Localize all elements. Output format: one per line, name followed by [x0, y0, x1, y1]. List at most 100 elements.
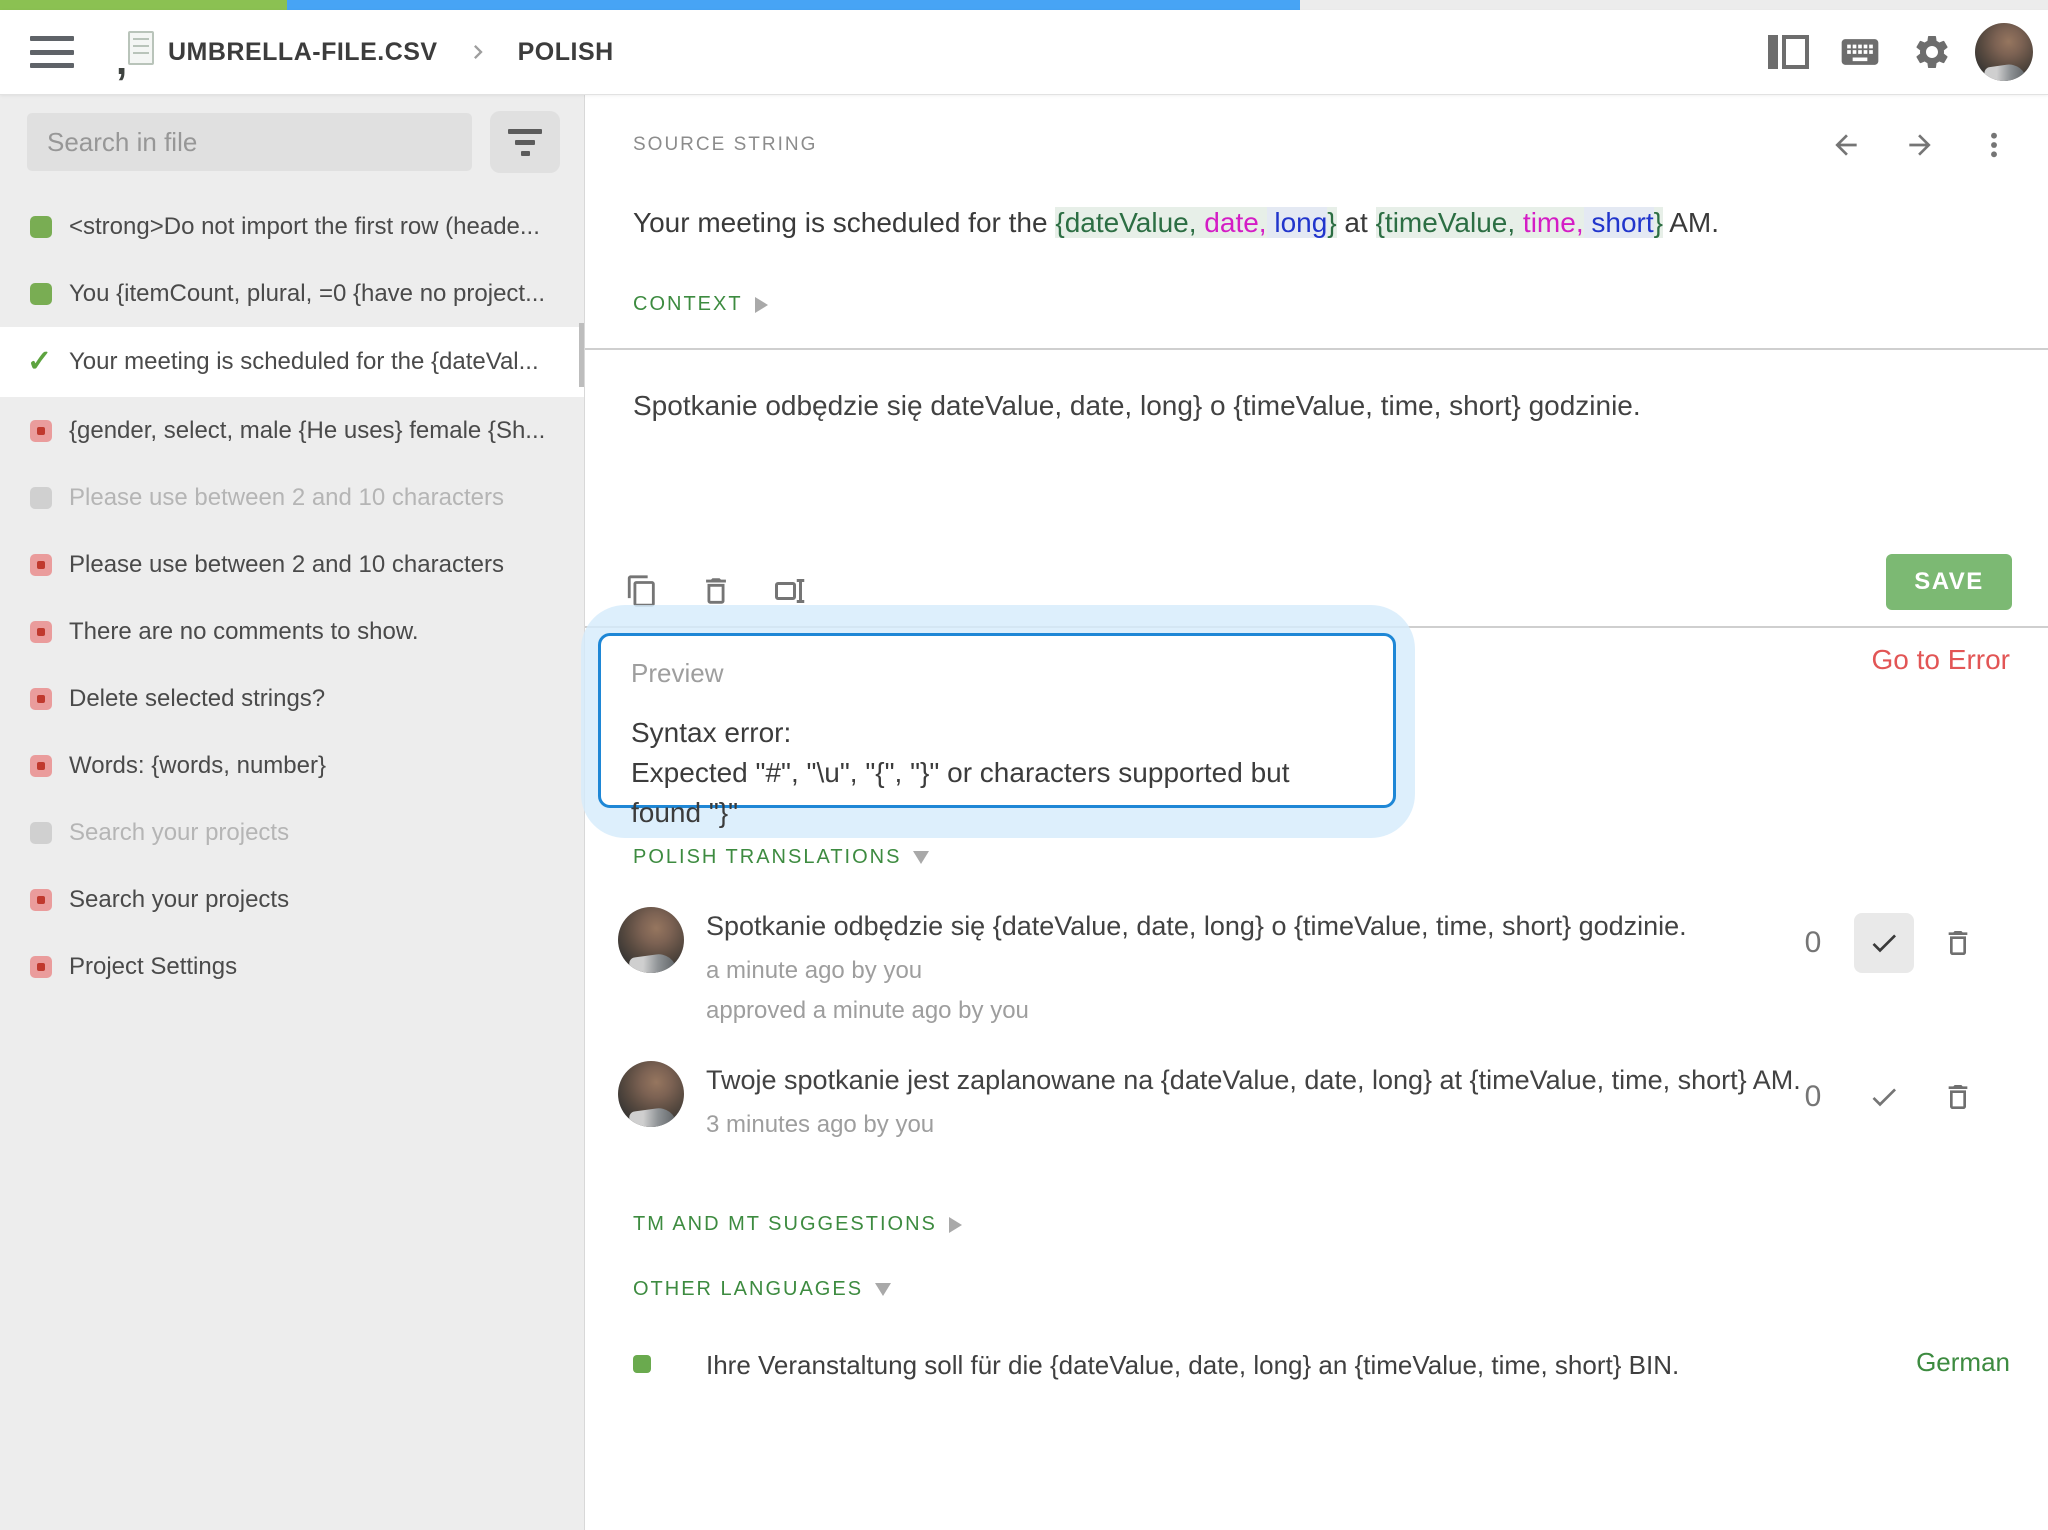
string-list-item[interactable]: You {itemCount, plural, =0 {have no proj… [0, 260, 584, 327]
translation-timestamp: a minute ago by you [706, 957, 923, 984]
source-string-segment: {timeValue, [1375, 207, 1516, 238]
more-options-kebab-button[interactable] [1978, 129, 2010, 161]
strings-sidebar: <strong>Do not import the first row (hea… [0, 95, 585, 1530]
string-status-icon [27, 344, 52, 379]
source-string-segment: long [1266, 207, 1328, 238]
settings-gear-icon[interactable] [1910, 30, 1954, 74]
string-status-icon [30, 955, 52, 978]
string-list-item-label: Please use between 2 and 10 characters [69, 550, 504, 578]
search-input[interactable] [27, 113, 472, 171]
translation-approved-timestamp: approved a minute ago by you [706, 997, 1029, 1024]
user-avatar[interactable] [1975, 23, 2033, 81]
other-language-link[interactable]: German [1876, 1347, 2010, 1378]
expanded-triangle-icon [875, 1283, 892, 1296]
source-string-segment: date, [1196, 207, 1267, 238]
translation-text: Twoje spotkanie jest zaplanowane na {dat… [706, 1065, 1801, 1095]
string-status-icon [30, 888, 52, 911]
string-list-item-label: Search your projects [69, 818, 290, 846]
next-string-arrow-button[interactable] [1904, 129, 1936, 161]
string-list-item[interactable]: Words: {words, number} [0, 732, 584, 799]
preview-popup-box: Preview Syntax error: Expected "#", "\u"… [598, 633, 1396, 828]
string-status-icon [30, 754, 52, 777]
progress-approved-segment [0, 0, 287, 10]
progress-translated-segment [287, 0, 1300, 10]
string-list-item-label: There are no comments to show. [69, 617, 419, 645]
vote-count: 0 [1804, 1080, 1822, 1113]
translation-progress-strip [0, 0, 2048, 10]
translator-avatar [618, 907, 684, 973]
string-list-item[interactable]: There are no comments to show. [0, 598, 584, 665]
translation-text: Spotkanie odbędzie się {dateValue, date,… [706, 911, 1687, 941]
expanded-triangle-icon [913, 851, 930, 864]
string-list-item[interactable]: Search your projects [0, 799, 584, 866]
breadcrumb-language[interactable]: POLISH [518, 38, 614, 67]
string-list-item-label: Delete selected strings? [69, 684, 326, 712]
string-list-item[interactable]: Delete selected strings? [0, 665, 584, 732]
other-language-translation-text: Ihre Veranstaltung soll für die {dateVal… [706, 1350, 1680, 1380]
sidebar-scrollbar-thumb[interactable] [579, 323, 584, 387]
previous-string-arrow-button[interactable] [1830, 129, 1862, 161]
string-status-icon [30, 687, 52, 710]
string-list-item-label: Words: {words, number} [69, 751, 327, 779]
translator-avatar [618, 1061, 684, 1127]
progress-remaining-segment [1300, 0, 2048, 10]
string-list-item-label: {gender, select, male {He uses} female {… [69, 416, 546, 444]
side-panel-toggle-button[interactable] [1766, 30, 1810, 74]
string-status-icon [30, 282, 52, 305]
breadcrumb-file-name[interactable]: UMBRELLA-FILE.CSV [168, 38, 438, 67]
source-string-segment: AM. [1663, 207, 1720, 238]
string-list-item-label: Please use between 2 and 10 characters [69, 483, 504, 511]
preview-popup: Preview Syntax error: Expected "#", "\u"… [581, 605, 1415, 838]
other-languages-section-toggle[interactable]: OTHER LANGUAGES [633, 1278, 2048, 1301]
delete-translation-button[interactable] [1936, 921, 1980, 965]
delete-translation-button[interactable] [1936, 1075, 1980, 1119]
tm-mt-suggestions-section-toggle[interactable]: TM AND MT SUGGESTIONS [633, 1213, 2048, 1236]
string-list-item[interactable]: {gender, select, male {He uses} female {… [0, 397, 584, 464]
chevron-right-icon [473, 45, 483, 59]
source-string-segment: time, [1515, 207, 1584, 238]
syntax-error-detail: Expected "#", "\u", "{", "}" or characte… [631, 757, 1290, 828]
csv-file-icon: , [116, 31, 154, 81]
preview-title: Preview [631, 658, 724, 688]
polish-translations-label: POLISH TRANSLATIONS [633, 846, 902, 868]
string-list: <strong>Do not import the first row (hea… [0, 193, 584, 1000]
string-list-item-label: Your meeting is scheduled for the {dateV… [69, 348, 539, 375]
translation-entry: Spotkanie odbędzie się {dateValue, date,… [618, 907, 2048, 1025]
source-string-text: Your meeting is scheduled for the {dateV… [633, 203, 1988, 243]
string-status-icon [30, 215, 52, 238]
syntax-error-line: Syntax error: [631, 717, 792, 748]
polish-translations-section-toggle[interactable]: POLISH TRANSLATIONS [633, 846, 2048, 869]
approve-translation-button[interactable] [1854, 1067, 1914, 1127]
string-list-item[interactable]: Project Settings [0, 933, 584, 1000]
string-list-item[interactable]: Your meeting is scheduled for the {dateV… [0, 327, 584, 397]
context-section-toggle[interactable]: CONTEXT [633, 293, 2048, 316]
filter-button[interactable] [490, 111, 560, 173]
source-string-segment: at [1336, 207, 1376, 238]
collapsed-triangle-icon [948, 1216, 962, 1233]
tm-mt-suggestions-label: TM AND MT SUGGESTIONS [633, 1213, 937, 1235]
string-list-item-label: You {itemCount, plural, =0 {have no proj… [69, 279, 546, 307]
editor-panel: SOURCE STRING Your meeting is scheduled … [581, 95, 2048, 1530]
string-status-icon [30, 821, 52, 844]
source-string-segment: } [1653, 207, 1663, 238]
translation-entry: Twoje spotkanie jest zaplanowane na {dat… [618, 1061, 2048, 1163]
translation-editor[interactable]: Spotkanie odbędzie się dateValue, date, … [585, 350, 2048, 628]
save-button[interactable]: SAVE [1886, 554, 2012, 610]
translation-timestamp: 3 minutes ago by you [706, 1111, 935, 1138]
keyboard-shortcuts-button[interactable] [1838, 30, 1882, 74]
translated-status-icon [633, 1355, 651, 1373]
string-list-item[interactable]: Please use between 2 and 10 characters [0, 464, 584, 531]
string-list-item[interactable]: Search your projects [0, 866, 584, 933]
string-list-item[interactable]: Please use between 2 and 10 characters [0, 531, 584, 598]
approve-translation-button[interactable] [1854, 913, 1914, 973]
source-string-segment: Your meeting is scheduled for the [633, 207, 1056, 238]
hamburger-menu-icon[interactable] [30, 36, 74, 68]
go-to-error-link[interactable]: Go to Error [1872, 644, 2010, 675]
string-status-icon [30, 419, 52, 442]
header-bar: , UMBRELLA-FILE.CSV POLISH [0, 10, 2048, 95]
source-string-segment: {dateValue, [1055, 207, 1197, 238]
string-list-item[interactable]: <strong>Do not import the first row (hea… [0, 193, 584, 260]
string-status-icon [30, 553, 52, 576]
translation-input-text[interactable]: Spotkanie odbędzie się dateValue, date, … [585, 350, 2048, 426]
string-list-item-label: Project Settings [69, 952, 238, 980]
